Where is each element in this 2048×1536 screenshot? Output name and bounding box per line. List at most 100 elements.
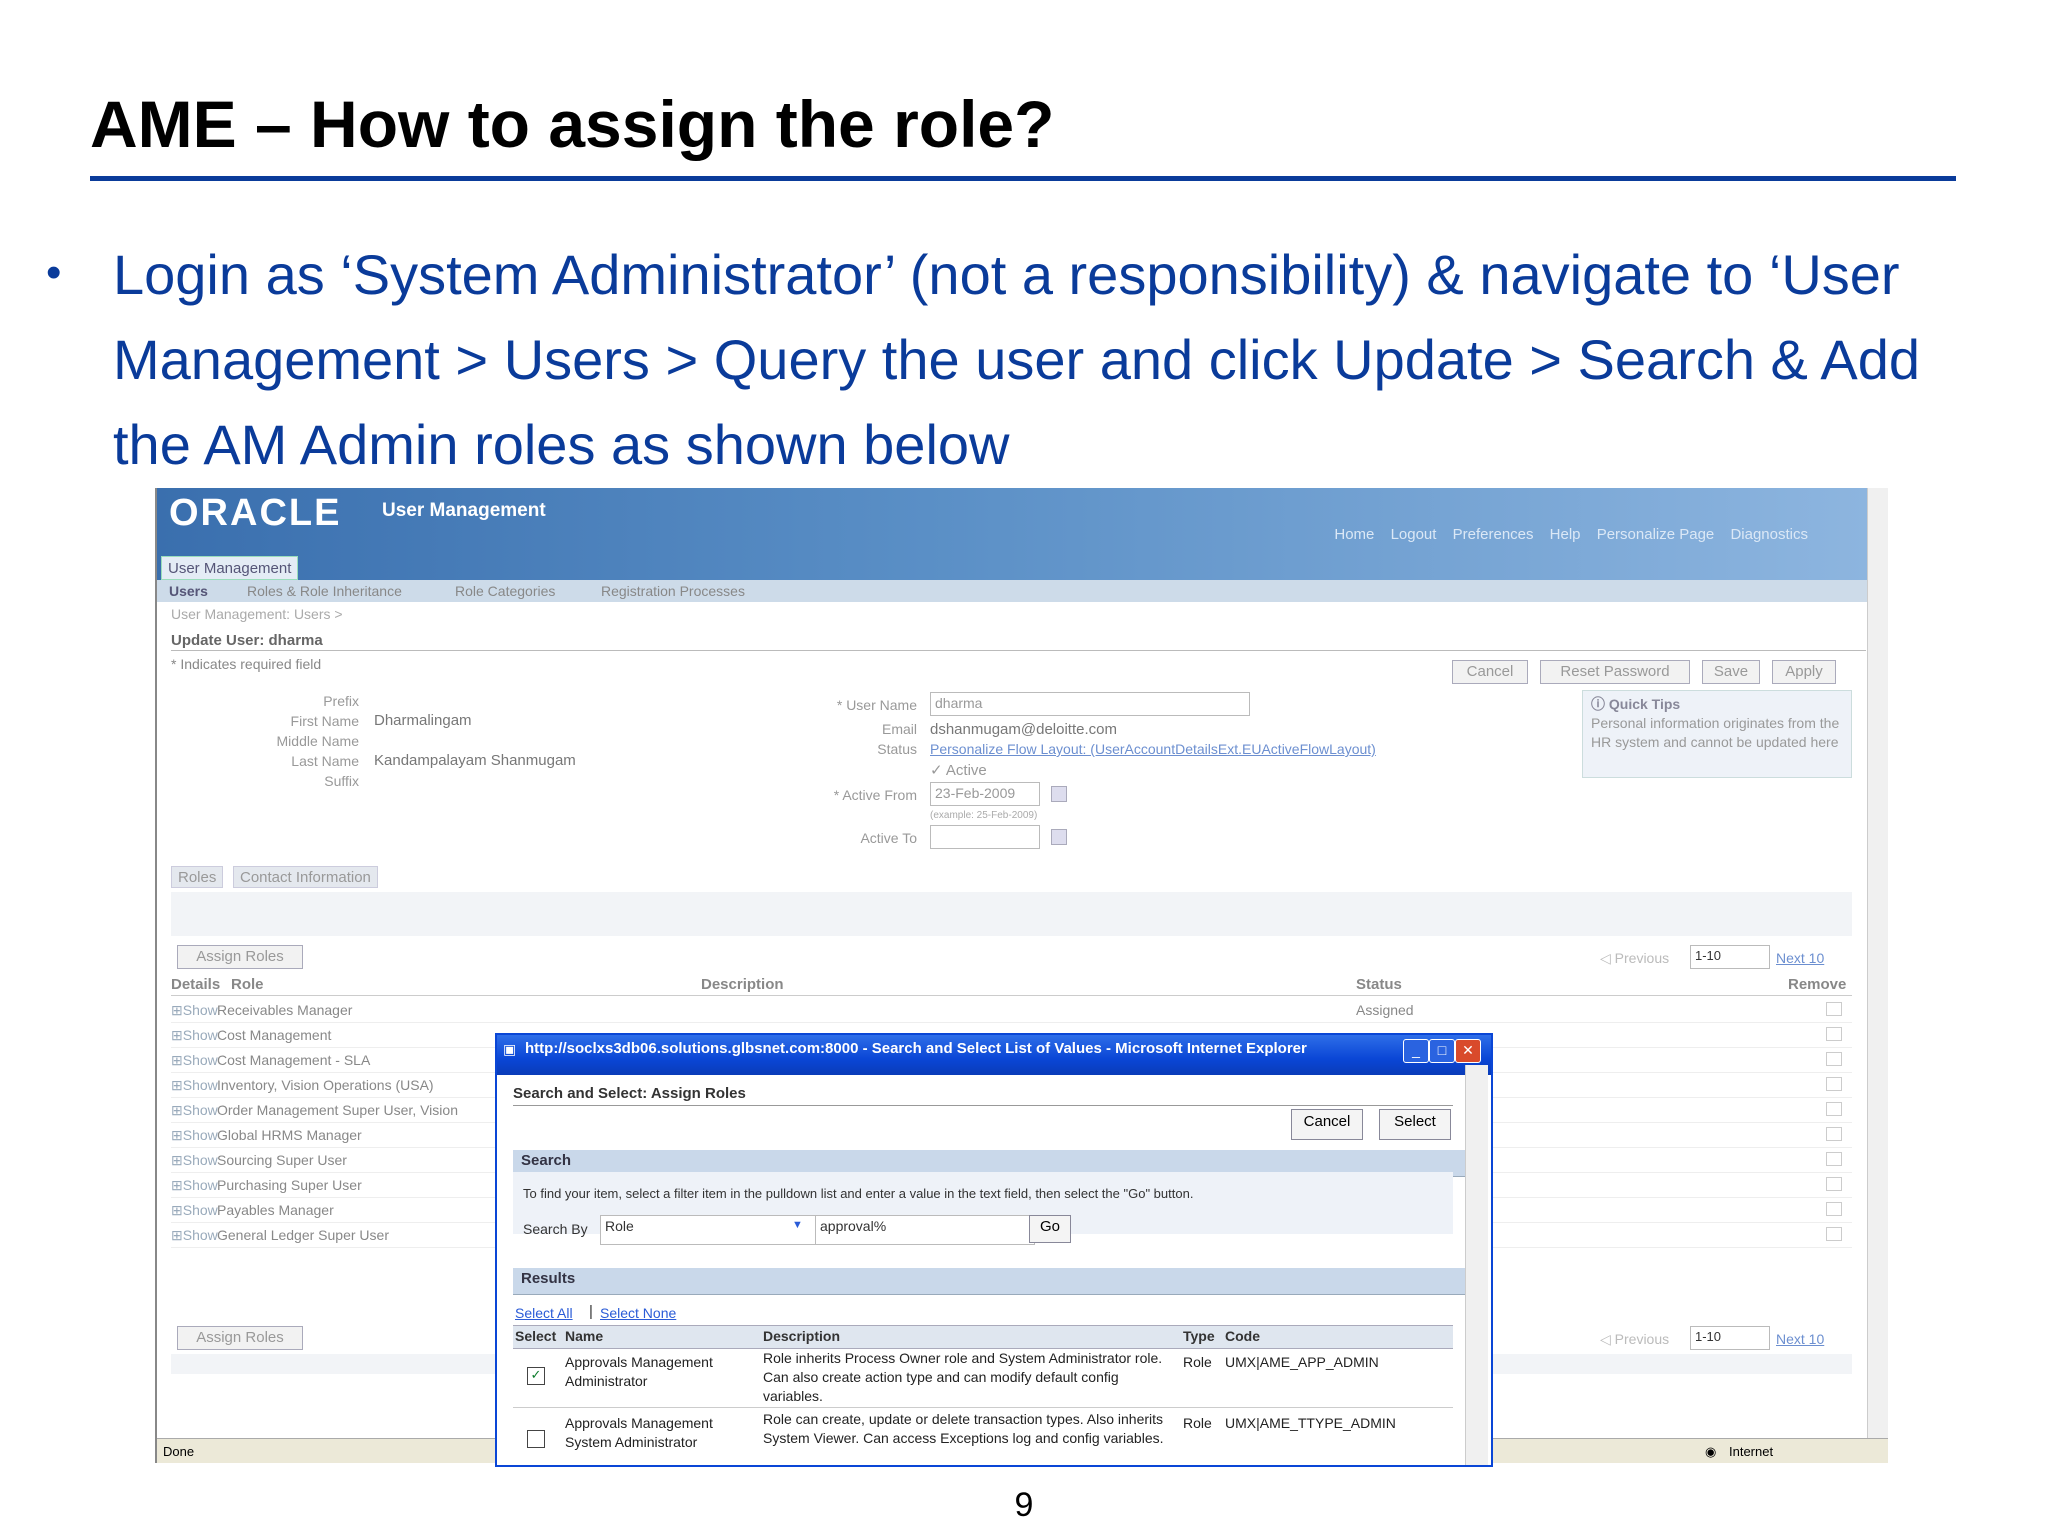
quick-tips-text: Personal information originates from the… (1591, 715, 1840, 750)
email-label: Email (881, 721, 917, 737)
global-link-personalize[interactable]: Personalize Page (1597, 526, 1715, 543)
next-link[interactable]: Next 10 (1776, 950, 1824, 966)
show-link[interactable]: ⊞Show (171, 1077, 218, 1094)
table-row: ✓ Approvals Management Administrator Rol… (513, 1347, 1453, 1408)
prefix-label: Prefix (323, 693, 359, 709)
role-name: Approvals Management Administrator (565, 1354, 713, 1389)
role-type: Role (1183, 1354, 1212, 1370)
global-link-logout[interactable]: Logout (1391, 526, 1437, 543)
minimize-icon[interactable]: _ (1403, 1039, 1429, 1063)
show-link[interactable]: ⊞Show (171, 1152, 218, 1169)
previous-link[interactable]: ◁ Previous (1600, 950, 1669, 967)
remove-icon[interactable] (1826, 1227, 1842, 1241)
popup-cancel-button[interactable]: Cancel (1291, 1109, 1363, 1140)
close-icon[interactable]: ✕ (1455, 1039, 1481, 1063)
show-link[interactable]: ⊞Show (171, 1102, 218, 1119)
first-name-value: Dharmalingam (374, 712, 472, 729)
maximize-icon[interactable]: □ (1429, 1039, 1455, 1063)
reset-password-button[interactable]: Reset Password (1540, 660, 1690, 684)
suffix-label: Suffix (324, 773, 359, 789)
last-name-label: Last Name (291, 753, 359, 769)
global-link-help[interactable]: Help (1550, 526, 1581, 543)
table-row: ⊞Show Receivables Manager Assigned (171, 998, 1852, 1023)
middle-name-label: Middle Name (276, 733, 359, 749)
col-role: Role (231, 976, 264, 993)
user-name-input[interactable]: dharma (930, 692, 1250, 716)
assign-roles-button[interactable]: Assign Roles (177, 945, 303, 969)
date-example: (example: 25-Feb-2009) (930, 810, 1038, 821)
popup-scrollbar[interactable] (1465, 1065, 1488, 1465)
assign-roles-button-bottom[interactable]: Assign Roles (177, 1326, 303, 1350)
tab-contact-information[interactable]: Contact Information (233, 866, 378, 888)
show-link[interactable]: ⊞Show (171, 1127, 218, 1144)
last-name-value: Kandampalayam Shanmugam (374, 752, 576, 769)
go-button[interactable]: Go (1029, 1215, 1071, 1243)
role-name: Receivables Manager (217, 1002, 353, 1018)
remove-icon[interactable] (1826, 1177, 1842, 1191)
remove-icon[interactable] (1826, 1102, 1842, 1116)
remove-icon[interactable] (1826, 1202, 1842, 1216)
select-none-link[interactable]: Select None (600, 1305, 676, 1321)
remove-icon[interactable] (1826, 1027, 1842, 1041)
title-divider (171, 650, 1866, 651)
subtab-users[interactable]: Users (169, 583, 208, 599)
remove-icon[interactable] (1826, 1052, 1842, 1066)
apply-button[interactable]: Apply (1772, 660, 1836, 684)
show-link[interactable]: ⊞Show (171, 1202, 218, 1219)
status-done: Done (163, 1444, 195, 1459)
breadcrumb[interactable]: User Management: Users > (171, 606, 343, 622)
col-description: Description (763, 1328, 841, 1344)
global-link-home[interactable]: Home (1334, 526, 1374, 543)
remove-icon[interactable] (1826, 1152, 1842, 1166)
select-all-link[interactable]: Select All (515, 1305, 573, 1321)
remove-icon[interactable] (1826, 1002, 1842, 1016)
dropdown-arrow-icon[interactable]: ▼ (792, 1219, 803, 1231)
show-link[interactable]: ⊞Show (171, 1002, 218, 1019)
popup-titlebar: http://soclxs3db06.solutions.glbsnet.com… (497, 1035, 1491, 1075)
info-icon: ⓘ (1591, 696, 1609, 712)
role-status: Assigned (1356, 1002, 1414, 1018)
search-by-select[interactable]: Role (600, 1215, 820, 1245)
next-link-bottom[interactable]: Next 10 (1776, 1331, 1824, 1347)
page-scrollbar[interactable] (1867, 488, 1888, 1438)
tab-roles[interactable]: Roles (171, 866, 224, 888)
subtab-role-categories[interactable]: Role Categories (455, 583, 555, 599)
calendar-icon[interactable] (1051, 786, 1067, 802)
cancel-button[interactable]: Cancel (1452, 660, 1528, 684)
range-select[interactable]: 1-10 (1690, 945, 1770, 969)
calendar-icon[interactable] (1051, 829, 1067, 845)
active-to-label: Active To (860, 830, 917, 846)
personalize-flow-link[interactable]: Personalize Flow Layout: (UserAccountDet… (930, 741, 1376, 757)
search-text-input[interactable]: approval% (815, 1215, 1035, 1245)
row-checkbox[interactable] (527, 1430, 545, 1448)
active-to-input[interactable] (930, 825, 1040, 849)
first-name-label: First Name (290, 713, 359, 729)
search-instructions: To find your item, select a filter item … (523, 1186, 1194, 1201)
role-code: UMX|AME_APP_ADMIN (1225, 1354, 1379, 1370)
popup-select-button[interactable]: Select (1379, 1109, 1451, 1140)
save-button[interactable]: Save (1702, 660, 1760, 684)
tab-user-management[interactable]: User Management (161, 556, 299, 580)
title-rule (90, 176, 1956, 181)
remove-icon[interactable] (1826, 1077, 1842, 1091)
remove-icon[interactable] (1826, 1127, 1842, 1141)
oracle-logo: ORACLE (169, 492, 342, 534)
role-name: Approvals Management System Administrato… (565, 1415, 713, 1450)
col-code: Code (1225, 1328, 1260, 1344)
range-select-bottom[interactable]: 1-10 (1690, 1326, 1770, 1350)
row-checkbox[interactable]: ✓ (527, 1367, 545, 1385)
show-link[interactable]: ⊞Show (171, 1027, 218, 1044)
global-link-preferences[interactable]: Preferences (1453, 526, 1534, 543)
show-link[interactable]: ⊞Show (171, 1177, 218, 1194)
globe-icon: ◉ (1705, 1444, 1717, 1459)
subtab-registration-processes[interactable]: Registration Processes (601, 583, 745, 599)
roles-table-header: Details Role Description Status Remove (171, 976, 1852, 996)
previous-link-bottom[interactable]: ◁ Previous (1600, 1331, 1669, 1348)
col-remove: Remove (1788, 976, 1847, 993)
show-link[interactable]: ⊞Show (171, 1052, 218, 1069)
global-link-diagnostics[interactable]: Diagnostics (1730, 526, 1808, 543)
active-from-input[interactable]: 23-Feb-2009 (930, 782, 1040, 806)
role-name: Cost Management (217, 1027, 332, 1043)
subtab-roles-inheritance[interactable]: Roles & Role Inheritance (247, 583, 402, 599)
show-link[interactable]: ⊞Show (171, 1227, 218, 1244)
